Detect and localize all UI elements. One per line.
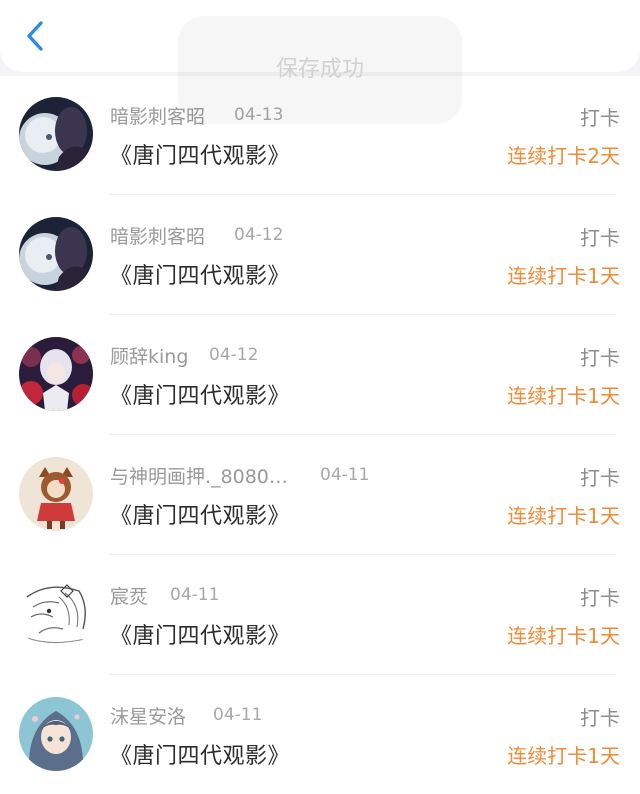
user-name[interactable]: 沫星安洛 <box>110 702 186 729</box>
checkin-action-label: 打卡 <box>580 466 620 490</box>
checkin-title[interactable]: 《唐门四代观影》 <box>110 738 290 770</box>
chevron-left-icon <box>25 19 45 57</box>
user-name[interactable]: 宸烎 <box>110 582 148 609</box>
list-item[interactable]: 与神明画押._8080… 04-11 《唐门四代观影》 打卡 连续打卡1天 <box>0 434 640 554</box>
checkin-list: 暗影刺客昭 04-13 《唐门四代观影》 打卡 连续打卡2天 暗影刺客昭 04-… <box>0 74 640 794</box>
post-date: 04-11 <box>170 585 220 605</box>
avatar[interactable] <box>19 697 93 771</box>
avatar[interactable] <box>19 97 93 171</box>
user-name[interactable]: 暗影刺客昭 <box>110 222 205 249</box>
list-item[interactable]: 宸烎 04-11 《唐门四代观影》 打卡 连续打卡1天 <box>0 554 640 674</box>
streak-label: 连续打卡1天 <box>507 264 620 288</box>
avatar[interactable] <box>19 337 93 411</box>
post-date: 04-11 <box>213 705 263 725</box>
streak-label: 连续打卡1天 <box>507 744 620 768</box>
list-item[interactable]: 沫星安洛 04-11 《唐门四代观影》 打卡 连续打卡1天 <box>0 674 640 794</box>
streak-label: 连续打卡2天 <box>507 144 620 168</box>
checkin-title[interactable]: 《唐门四代观影》 <box>110 498 290 530</box>
avatar[interactable] <box>19 217 93 291</box>
checkin-action-label: 打卡 <box>580 346 620 370</box>
post-date: 04-12 <box>209 345 259 365</box>
streak-label: 连续打卡1天 <box>507 624 620 648</box>
avatar[interactable] <box>19 577 93 651</box>
streak-label: 连续打卡1天 <box>507 504 620 528</box>
checkin-action-label: 打卡 <box>580 586 620 610</box>
checkin-action-label: 打卡 <box>580 706 620 730</box>
user-name[interactable]: 顾辞king <box>110 342 188 369</box>
list-item[interactable]: 顾辞king 04-12 《唐门四代观影》 打卡 连续打卡1天 <box>0 314 640 434</box>
checkin-action-label: 打卡 <box>580 226 620 250</box>
toast-message: 保存成功 <box>178 16 462 124</box>
checkin-title[interactable]: 《唐门四代观影》 <box>110 378 290 410</box>
streak-label: 连续打卡1天 <box>507 384 620 408</box>
checkin-title[interactable]: 《唐门四代观影》 <box>110 258 290 290</box>
checkin-title[interactable]: 《唐门四代观影》 <box>110 138 290 170</box>
checkin-action-label: 打卡 <box>580 106 620 130</box>
post-date: 04-11 <box>320 465 370 485</box>
back-button[interactable] <box>20 20 50 56</box>
list-item[interactable]: 暗影刺客昭 04-12 《唐门四代观影》 打卡 连续打卡1天 <box>0 194 640 314</box>
checkin-title[interactable]: 《唐门四代观影》 <box>110 618 290 650</box>
avatar[interactable] <box>19 457 93 531</box>
user-name[interactable]: 与神明画押._8080… <box>110 462 288 489</box>
post-date: 04-12 <box>234 225 284 245</box>
